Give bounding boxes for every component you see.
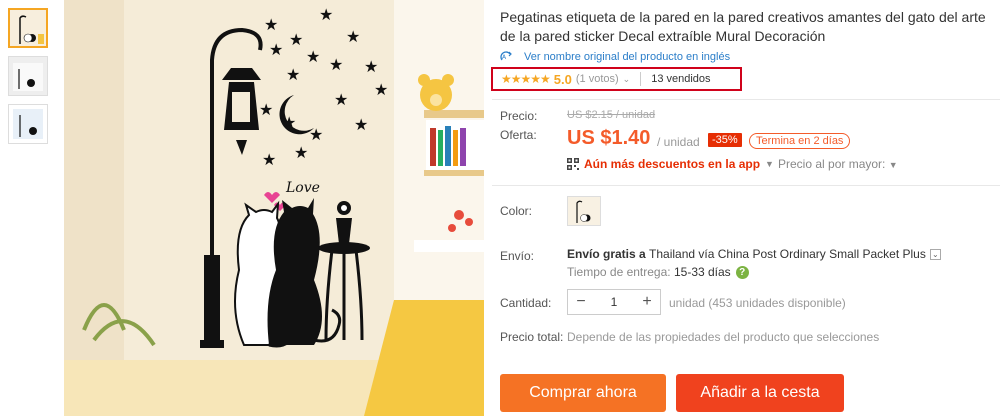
countdown-badge: Termina en 2 días (749, 133, 851, 149)
svg-text:★: ★ (269, 42, 283, 59)
svg-text:★: ★ (286, 67, 300, 84)
current-price: US $1.40 (567, 127, 651, 149)
svg-text:★: ★ (264, 17, 278, 34)
svg-text:★: ★ (282, 115, 296, 132)
svg-text:★: ★ (364, 59, 378, 76)
caret-down-icon: ▼ (765, 159, 774, 169)
price-label: Precio: (500, 109, 538, 123)
delivery-days: 15-33 días (673, 265, 731, 279)
original-name-link[interactable]: A Ver nombre original del producto en in… (500, 51, 730, 63)
price-unit: / unidad (657, 135, 700, 149)
svg-text:★: ★ (319, 7, 333, 24)
total-note: Depende de las propiedades del producto … (567, 330, 880, 344)
quantity-stepper: − + (567, 289, 661, 315)
thumbnail-2[interactable] (8, 56, 48, 96)
product-page: ★ ★ ★ ★ ★ ★ ★ ★ ★ ★ ★ ★ ★ ★ ★ ★ ★ Love P… (0, 0, 1000, 416)
rating-votes-link[interactable]: (1 votos) (576, 73, 619, 85)
svg-text:★: ★ (262, 152, 276, 169)
original-price: US $2.15 / unidad (567, 109, 656, 121)
shipping-dropdown-icon[interactable]: ⌄ (929, 248, 941, 260)
wholesale-text: Precio al por mayor: (778, 157, 886, 171)
thumbnail-1[interactable] (8, 8, 48, 48)
shipping-destination: Thailand vía China Post Ordinary Small P… (649, 247, 926, 261)
svg-text:A: A (502, 54, 507, 61)
svg-text:★: ★ (374, 82, 388, 99)
svg-text:★: ★ (259, 102, 273, 119)
svg-text:Love: Love (285, 180, 320, 196)
app-discount-text: Aún más descuentos en la app (584, 157, 761, 171)
help-icon[interactable]: ? (735, 265, 749, 279)
offer-label: Oferta: (500, 128, 537, 142)
increment-button[interactable]: + (634, 293, 660, 311)
buy-now-button[interactable]: Comprar ahora (500, 374, 666, 412)
original-name-text: Ver nombre original del producto en ingl… (524, 51, 731, 63)
decrement-button[interactable]: − (568, 293, 594, 311)
wholesale-price-link[interactable]: Precio al por mayor: ▼ (778, 157, 898, 171)
rating-separator (640, 72, 642, 86)
svg-text:★: ★ (289, 32, 303, 49)
svg-text:★: ★ (306, 49, 320, 66)
divider (492, 185, 1000, 186)
availability-text: unidad (453 unidades disponible) (669, 296, 846, 310)
shipping-info: Envío gratis a Thailand vía China Post O… (567, 247, 941, 261)
add-to-cart-button[interactable]: Añadir a la cesta (676, 374, 844, 412)
svg-text:★: ★ (329, 57, 343, 74)
main-product-image: ★ ★ ★ ★ ★ ★ ★ ★ ★ ★ ★ ★ ★ ★ ★ ★ ★ Love (64, 0, 484, 416)
delivery-label: Tiempo de entrega: (567, 265, 671, 279)
discount-badge: -35% (708, 133, 742, 147)
translate-icon: A (500, 51, 512, 61)
svg-text:★: ★ (354, 117, 368, 134)
quantity-label: Cantidad: (500, 296, 552, 310)
delivery-time: Tiempo de entrega: 15-33 días ? (567, 265, 749, 279)
svg-text:★: ★ (309, 127, 323, 144)
divider (492, 99, 1000, 100)
thumbnail-3[interactable] (8, 104, 48, 144)
rating-stars-icon: ★★★★★ (501, 72, 551, 86)
color-option-swatch[interactable] (567, 196, 601, 226)
product-info-panel: Pegatinas etiqueta de la pared en la par… (491, 0, 1000, 416)
thumbnail-list (8, 8, 52, 152)
shipping-label: Envío: (500, 249, 535, 263)
chevron-down-icon[interactable]: ⌄ (623, 74, 631, 85)
quantity-input[interactable] (594, 295, 634, 309)
sold-count: 13 vendidos (651, 73, 711, 85)
rating-summary: ★★★★★ 5.0 (1 votos) ⌄ 13 vendidos (491, 67, 742, 91)
caret-down-icon: ▼ (888, 160, 898, 170)
qr-code-icon (567, 158, 579, 170)
svg-text:★: ★ (334, 92, 348, 109)
total-label: Precio total: (500, 330, 564, 344)
color-label: Color: (500, 204, 533, 218)
svg-text:★: ★ (294, 145, 308, 162)
app-discount-link[interactable]: Aún más descuentos en la app ▼ (567, 157, 774, 171)
free-shipping-text: Envío gratis a (567, 247, 646, 261)
svg-text:★: ★ (346, 29, 360, 46)
product-title: Pegatinas etiqueta de la pared en la par… (500, 9, 986, 44)
rating-score: 5.0 (553, 71, 572, 87)
